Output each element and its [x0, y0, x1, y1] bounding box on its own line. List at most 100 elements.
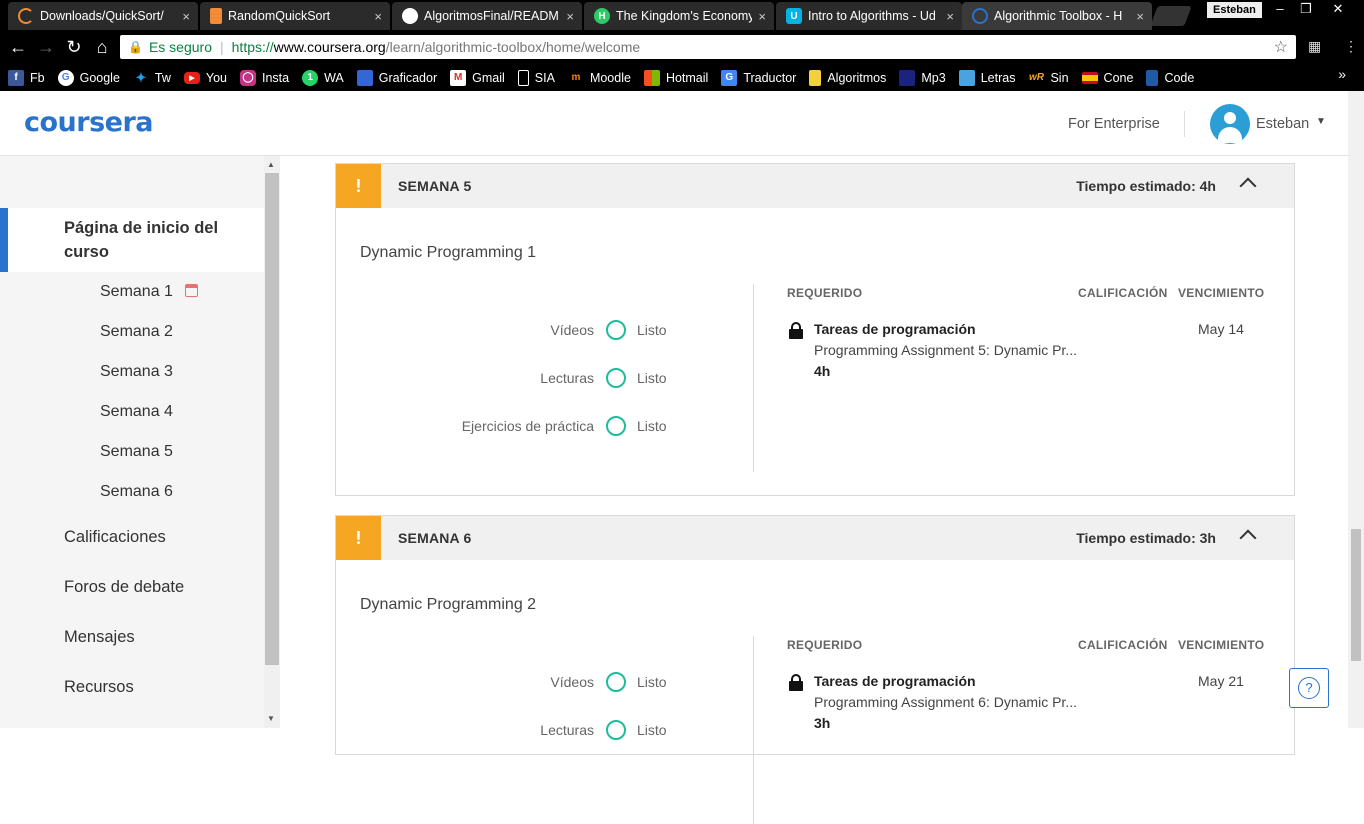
code-icon [1146, 69, 1159, 86]
progress-status: Listo [637, 674, 667, 690]
sidebar-item-week-6[interactable]: Semana 6 [100, 483, 173, 501]
avatar-body [1218, 127, 1242, 143]
sidebar-item-week-1[interactable]: Semana 1 [100, 283, 173, 301]
bookmark-label: Sin [1050, 70, 1069, 85]
bookmark-label: Google [79, 70, 120, 85]
bookmark-cone[interactable]: Cone [1081, 71, 1133, 85]
sidebar-item-home[interactable]: Página de inicio del curso [0, 208, 264, 272]
bookmark-algoritmos[interactable]: Algoritmos [809, 69, 886, 86]
bookmark-you[interactable]: ▶ You [183, 71, 227, 85]
home-icon[interactable]: ⌂ [90, 35, 114, 59]
close-icon[interactable]: × [946, 9, 954, 24]
bookmark-letras[interactable]: Letras [958, 69, 1015, 86]
bookmark-insta[interactable]: ◯ Insta [239, 69, 289, 86]
column-divider [753, 284, 754, 472]
sidebar-item-forums[interactable]: Foros de debate [64, 578, 184, 597]
browser-tab[interactable]: H The Kingdom's Economy × [584, 2, 774, 30]
browser-profile-chip[interactable]: Esteban [1207, 2, 1262, 18]
scroll-down-icon[interactable]: ▼ [267, 714, 275, 723]
spain-flag-icon [1081, 71, 1098, 84]
bookmark-mp3[interactable]: Mp3 [899, 69, 946, 86]
sidebar-scrollbar[interactable]: ▲ ▼ [264, 156, 280, 728]
pdf-extension-icon[interactable]: ▦ [1308, 38, 1321, 55]
sidebar-item-week-2[interactable]: Semana 2 [100, 323, 173, 341]
bookmark-sin[interactable]: wR Sin [1028, 70, 1069, 86]
module-title[interactable]: Dynamic Programming 1 [360, 244, 536, 262]
sidebar-item-week-5[interactable]: Semana 5 [100, 443, 173, 461]
bookmark-star-icon[interactable]: ☆ [1274, 37, 1288, 57]
bookmark-code[interactable]: Code [1146, 69, 1194, 86]
window-close-icon[interactable]: ✕ [1326, 0, 1350, 18]
restore-icon[interactable]: ❐ [1294, 0, 1318, 18]
bookmark-tw[interactable]: ✦ Tw [133, 70, 170, 86]
assignment-name[interactable]: Programming Assignment 5: Dynamic Pr... [814, 342, 1084, 358]
browser-tab[interactable]: U Intro to Algorithms - Ud × [776, 2, 962, 30]
url-bar[interactable]: 🔒 Es seguro | https://www.coursera.org/l… [120, 35, 1296, 59]
facebook-icon: f [8, 69, 24, 86]
bookmark-hotmail[interactable]: Hotmail [643, 69, 708, 86]
tab-title: RandomQuickSort [228, 9, 331, 23]
week-title: SEMANA 6 [398, 530, 472, 546]
coursera-logo[interactable]: coursera [24, 107, 154, 138]
back-icon[interactable]: ← [6, 35, 30, 59]
week-header[interactable]: ! SEMANA 5 Tiempo estimado: 4h [336, 164, 1294, 208]
forward-icon[interactable]: → [34, 35, 58, 59]
bookmark-wa[interactable]: 1 WA [302, 69, 344, 86]
complete-circle-icon [606, 416, 626, 436]
assignment-name[interactable]: Programming Assignment 6: Dynamic Pr... [814, 694, 1084, 710]
assignment-type[interactable]: Tareas de programación [814, 673, 976, 689]
bookmark-gmail[interactable]: M Gmail [450, 69, 505, 86]
hackerrank-icon: H [594, 8, 610, 24]
page-scrollbar[interactable] [1348, 91, 1364, 728]
sidebar-scrollbar-thumb[interactable] [265, 173, 279, 665]
user-name[interactable]: Esteban [1256, 116, 1309, 132]
bookmarks-bar: f Fb G Google ✦ Tw ▶ You ◯ Insta 1 WA Graficad… [0, 64, 1364, 91]
chevron-down-icon[interactable]: ▼ [1316, 116, 1326, 127]
bookmark-sia[interactable]: SIA [517, 69, 555, 86]
instagram-icon: ◯ [239, 69, 256, 86]
help-button[interactable]: ? [1289, 668, 1329, 708]
browser-tab[interactable]: RandomQuickSort × [200, 2, 390, 30]
reload-icon[interactable]: ↻ [62, 35, 86, 59]
close-icon[interactable]: × [374, 9, 382, 24]
assignment-type[interactable]: Tareas de programación [814, 321, 976, 337]
for-enterprise-link[interactable]: For Enterprise [1068, 116, 1160, 132]
bookmark-graficador[interactable]: Graficador [356, 69, 437, 86]
due-column-header: VENCIMIENTO [1178, 286, 1265, 300]
bookmark-google[interactable]: G Google [57, 69, 120, 86]
close-icon[interactable]: × [758, 9, 766, 24]
required-column-header: REQUERIDO [787, 638, 863, 652]
browser-tab[interactable]: AlgoritmosFinal/READM × [392, 2, 582, 30]
avatar[interactable] [1210, 104, 1250, 144]
bookmark-label: Fb [30, 70, 45, 85]
sidebar-item-week-3[interactable]: Semana 3 [100, 363, 173, 381]
scroll-up-icon[interactable]: ▲ [267, 160, 275, 169]
sidebar-item-messages[interactable]: Mensajes [64, 628, 135, 647]
page-scrollbar-thumb[interactable] [1351, 529, 1361, 661]
bookmark-fb[interactable]: f Fb [8, 69, 45, 86]
chevron-up-icon[interactable] [1239, 177, 1257, 195]
lock-body [789, 329, 803, 339]
close-icon[interactable]: × [182, 9, 190, 24]
module-title[interactable]: Dynamic Programming 2 [360, 596, 536, 614]
browser-tab[interactable]: Downloads/QuickSort/ × [8, 2, 198, 30]
close-icon[interactable]: × [566, 9, 574, 24]
menu-icon[interactable]: ⋮ [1344, 38, 1358, 55]
minimize-icon[interactable]: – [1268, 0, 1292, 18]
chevron-up-icon[interactable] [1239, 529, 1257, 547]
calendar-icon [185, 284, 198, 297]
bookmark-traductor[interactable]: G Traductor [721, 69, 796, 86]
browser-tab-active[interactable]: Algorithmic Toolbox - H × [962, 2, 1152, 30]
sidebar-item-grades[interactable]: Calificaciones [64, 528, 166, 547]
browser-tab-bar: Downloads/QuickSort/ × RandomQuickSort ×… [0, 0, 1364, 30]
sidebar-item-resources[interactable]: Recursos [64, 678, 134, 697]
close-icon[interactable]: × [1136, 9, 1144, 24]
sidebar-item-label: Página de inicio del curso [64, 219, 219, 261]
new-tab-button[interactable] [1150, 6, 1192, 26]
sidebar-item-week-4[interactable]: Semana 4 [100, 403, 173, 421]
week-header[interactable]: ! SEMANA 6 Tiempo estimado: 3h [336, 516, 1294, 560]
progress-status: Listo [637, 722, 667, 738]
bookmark-moodle[interactable]: m Moodle [568, 70, 630, 86]
assignment-due-date: May 21 [1198, 673, 1244, 689]
more-bookmarks-icon[interactable]: » [1338, 66, 1346, 82]
